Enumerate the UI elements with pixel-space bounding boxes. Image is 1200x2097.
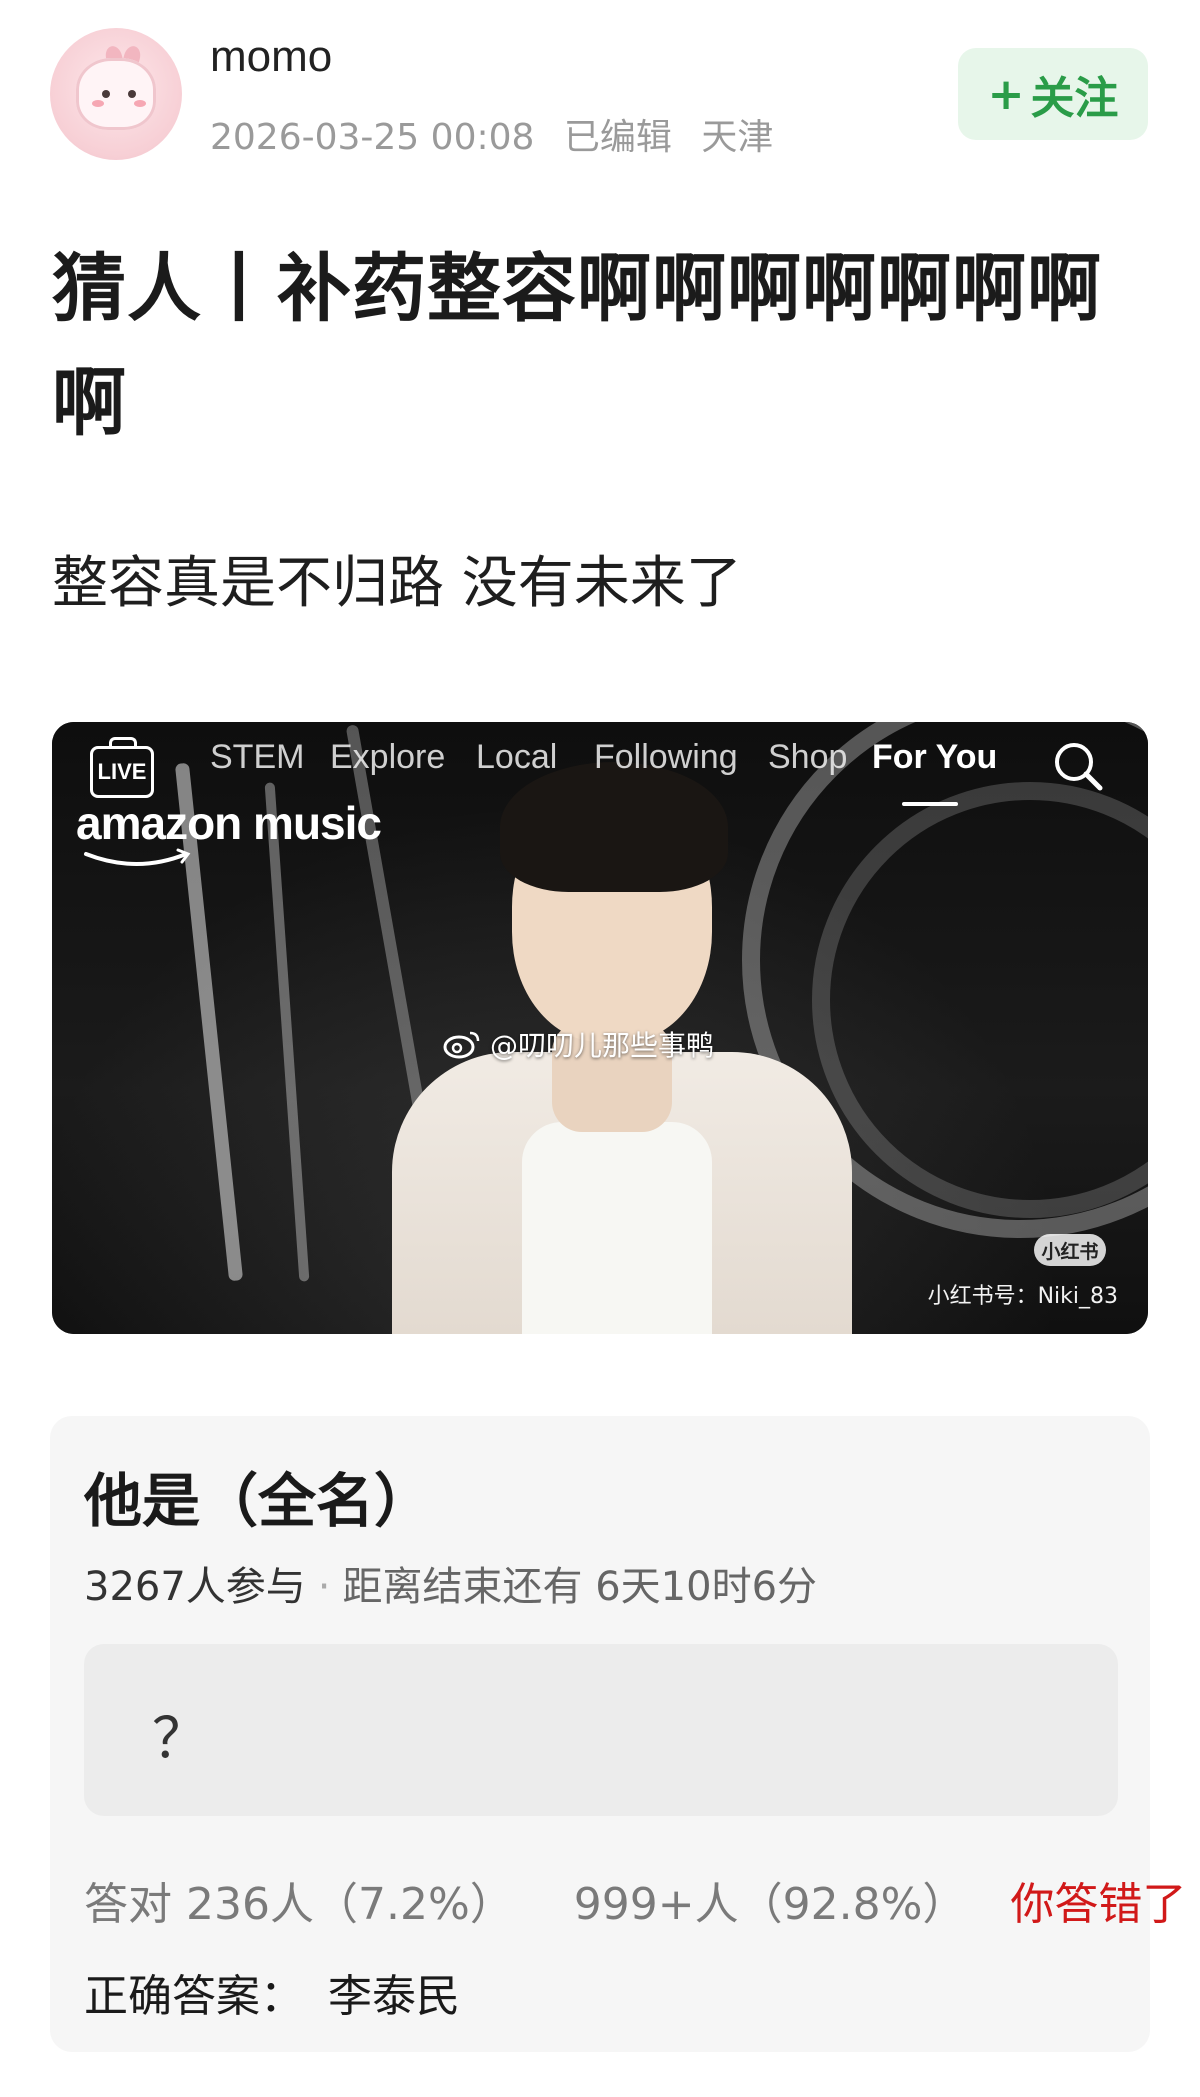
quiz-card: 他是（全名） 3267人参与 · 距离结束还有 6天10时6分 ？ 答对 236人（…: [50, 1416, 1186, 2052]
follow-label: 关注: [1030, 73, 1119, 124]
quiz-stats: 3267人参与 · 距离结束还有 6天10时6分: [84, 1554, 817, 1612]
live-tv-icon[interactable]: LIVE: [90, 737, 154, 798]
person-shirt: [522, 1122, 712, 1334]
post-meta: 2026-03-25 00:08 已编辑 天津: [210, 108, 791, 160]
amazon-smile-icon: [84, 848, 191, 866]
result-row: 答对 236人（7.2%） 999+人（92.8%） 你答错了: [84, 1868, 1186, 1932]
post-title: 猜人丨补药整容啊啊啊啊啊啊啊啊: [52, 246, 1102, 446]
correct-count: 答对 236人（7.2%）: [84, 1879, 514, 1930]
wrong-count: 999+人（92.8%）: [573, 1879, 967, 1930]
correct-answer-value: 李泰民: [328, 1971, 460, 2022]
time-remaining: 距离结束还有 6天10时6分: [342, 1564, 818, 1610]
participant-count: 3267人参与: [84, 1564, 306, 1610]
my-answer-box[interactable]: ？: [84, 1644, 1118, 1816]
avatar[interactable]: [50, 28, 182, 160]
correct-answer: 正确答案： 李泰民: [84, 1960, 460, 2024]
my-answer: ？: [152, 1707, 208, 1772]
xiaohongshu-logo: 小红书: [1034, 1234, 1106, 1266]
active-tab-indicator: [902, 802, 958, 806]
weibo-handle: @叨叨儿那些事鸭: [490, 1029, 715, 1062]
edited-label: 已编辑: [563, 117, 672, 158]
tab-following[interactable]: Following: [594, 738, 738, 777]
video-player[interactable]: LIVE STEM Explore Local Following Shop F…: [52, 722, 1148, 1334]
plus-icon: +: [987, 68, 1025, 120]
post-location: 天津: [701, 117, 774, 158]
xiaohongshu-id: 小红书号：Niki_83: [927, 1284, 1118, 1309]
quiz-question: 他是（全名）: [84, 1467, 433, 1535]
tab-explore[interactable]: Explore: [330, 738, 445, 777]
tab-shop[interactable]: Shop: [768, 738, 847, 777]
wrong-answer-label: 你答错了: [1010, 1879, 1187, 1930]
post-date: 2026-03-25 00:08: [210, 117, 535, 158]
post-body: 整容真是不归路 没有未来了: [52, 551, 742, 616]
tab-for-you[interactable]: For You: [872, 738, 997, 777]
weibo-icon: [443, 1031, 480, 1059]
tab-local[interactable]: Local: [476, 738, 557, 777]
separator-dot: ·: [317, 1564, 331, 1610]
weibo-watermark: @叨叨儿那些事鸭: [442, 1024, 714, 1064]
correct-answer-label: 正确答案：: [84, 1971, 304, 2022]
username[interactable]: momo: [210, 32, 332, 82]
amazon-music-logo: amazon music: [76, 797, 382, 849]
follow-button[interactable]: + 关注: [958, 48, 1148, 140]
search-icon[interactable]: [1050, 738, 1106, 794]
tab-stem[interactable]: STEM: [210, 738, 304, 777]
